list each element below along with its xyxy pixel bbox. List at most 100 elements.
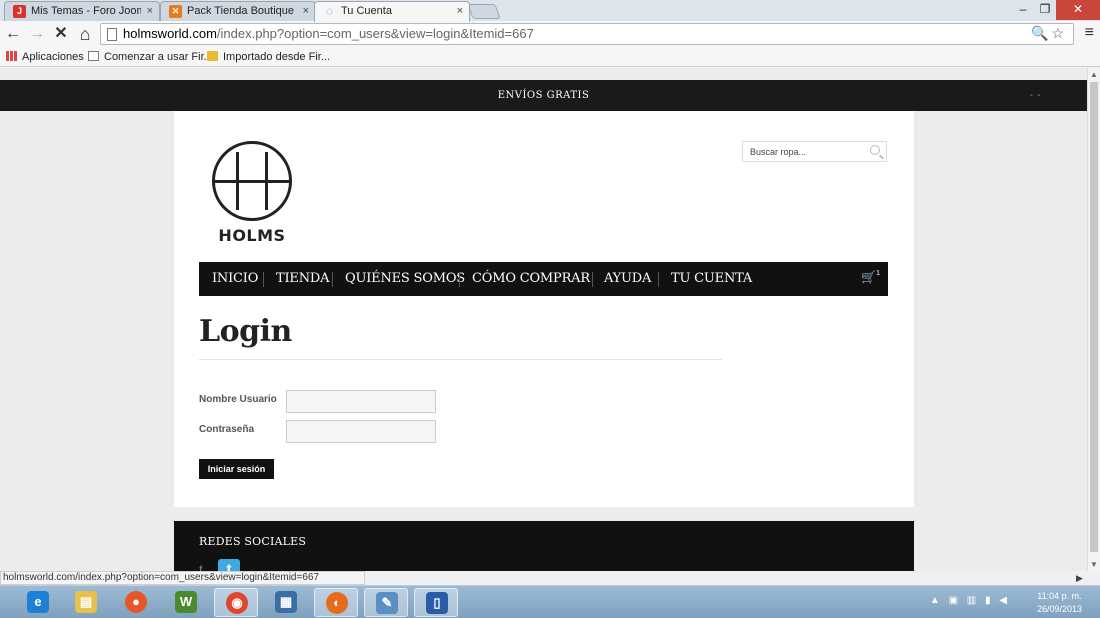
clock-date: 26/09/2013 xyxy=(1036,604,1082,614)
close-window-button[interactable]: ✕ xyxy=(1056,0,1100,20)
clock-time: 11:04 p. m. xyxy=(1037,591,1082,601)
stop-loading-icon[interactable]: ✕ xyxy=(52,24,70,44)
loading-spinner-icon: ◌ xyxy=(325,4,334,18)
main-content-card: HOLMS INICIO TIENDA QUIÉNES SOMOS CÓMO C… xyxy=(174,111,914,507)
search-box xyxy=(742,141,887,162)
browser-toolbar: ← → ✕ ⌂ holmsworld.com/index.php?option=… xyxy=(0,21,1100,47)
tab-close-icon[interactable]: × xyxy=(147,2,153,20)
forward-arrow-icon[interactable]: → xyxy=(28,24,46,44)
firefox-icon: ◐ xyxy=(326,592,348,614)
footer: REDES SOCIALES f t xyxy=(174,521,914,571)
taskbar-clock[interactable]: 11:04 p. m. 26/09/2013 xyxy=(1037,590,1082,616)
search-input[interactable] xyxy=(743,142,863,161)
logo-wordmark: HOLMS xyxy=(218,226,286,245)
taskbar-notepad[interactable]: ✎ xyxy=(364,588,408,617)
address-bar[interactable]: holmsworld.com/index.php?option=com_user… xyxy=(100,23,1074,45)
tab-title: Pack Tienda Boutique - A xyxy=(187,5,297,17)
taskbar-webmatrix[interactable]: W xyxy=(164,588,208,617)
tab-pack-tienda[interactable]: ✕ Pack Tienda Boutique - A × xyxy=(160,1,316,21)
shipping-banner-text: ENVÍOS GRATIS xyxy=(497,90,590,101)
login-button[interactable]: Iniciar sesión xyxy=(199,459,274,479)
nav-quienes-somos[interactable]: QUIÉNES SOMOS xyxy=(345,262,465,296)
tab-title: Mis Temas - Foro Joomla! xyxy=(31,5,141,17)
logo-emblem-icon xyxy=(212,141,292,221)
taskbar-firefox[interactable]: ◐ xyxy=(314,588,358,617)
facebook-icon[interactable]: f xyxy=(199,563,202,571)
cart-button[interactable]: 🛒1 xyxy=(861,270,880,284)
holms-logo[interactable]: HOLMS xyxy=(210,141,294,246)
search-and-bookmark-star-icon[interactable]: 🔍☆ xyxy=(1031,25,1067,42)
search-icon[interactable] xyxy=(870,145,880,155)
taskbar-internet-explorer[interactable]: e xyxy=(16,588,60,617)
page-title: Login xyxy=(199,314,292,349)
username-label: Nombre Usuario xyxy=(199,394,277,405)
new-tab-button[interactable] xyxy=(467,4,501,19)
twitter-icon[interactable]: t xyxy=(218,559,240,571)
taskbar-device-app[interactable]: ▯ xyxy=(414,588,458,617)
minimize-button[interactable]: – xyxy=(1012,0,1034,20)
vertical-scrollbar[interactable]: ▲ ▼ xyxy=(1087,68,1100,571)
nav-divider xyxy=(658,272,659,287)
taskbar-chrome[interactable]: ◉ xyxy=(214,588,258,617)
url-text: holmsworld.com/index.php?option=com_user… xyxy=(123,26,534,41)
back-arrow-icon[interactable]: ← xyxy=(4,24,22,44)
horizontal-scrollbar[interactable] xyxy=(365,573,1087,585)
page-icon xyxy=(88,51,99,61)
nav-tienda[interactable]: TIENDA xyxy=(276,262,329,296)
pack-favicon-icon: ✕ xyxy=(169,5,182,18)
system-tray-icons[interactable]: ▲ ▣ ▥ ▮ ◀ xyxy=(930,595,1010,606)
page-viewport: ENVÍOS GRATIS - - HOLMS INICIO TIENDA QU… xyxy=(0,68,1087,571)
apps-icon xyxy=(6,51,17,61)
scrollbar-thumb[interactable] xyxy=(1090,82,1098,552)
tab-close-icon[interactable]: × xyxy=(457,2,463,20)
password-label: Contraseña xyxy=(199,424,255,435)
chrome-icon: ◉ xyxy=(226,592,248,614)
notepad-icon: ✎ xyxy=(376,592,398,614)
scroll-down-arrow-icon[interactable]: ▼ xyxy=(1090,560,1098,569)
page-icon xyxy=(107,28,117,41)
nav-divider xyxy=(592,272,593,287)
username-field[interactable] xyxy=(286,390,436,413)
cart-count-badge: 1 xyxy=(876,270,880,277)
social-heading: REDES SOCIALES xyxy=(199,535,307,548)
tab-title: Tu Cuenta xyxy=(341,5,392,17)
nav-divider xyxy=(459,272,460,287)
home-icon[interactable]: ⌂ xyxy=(76,24,94,44)
scroll-up-arrow-icon[interactable]: ▲ xyxy=(1090,70,1098,79)
bookmark-importado-firefox[interactable]: Importado desde Fir... xyxy=(207,50,330,64)
webmatrix-icon: W xyxy=(175,591,197,613)
nav-divider xyxy=(263,272,264,287)
device-app-icon: ▯ xyxy=(426,592,448,614)
nav-como-comprar[interactable]: CÓMO COMPRAR xyxy=(472,262,590,296)
nav-ayuda[interactable]: AYUDA xyxy=(604,262,651,296)
taskbar-app[interactable]: ● xyxy=(114,588,158,617)
browser-tab-strip: J Mis Temas - Foro Joomla! × ✕ Pack Tien… xyxy=(0,0,1100,22)
nav-inicio[interactable]: INICIO xyxy=(212,262,258,296)
folder-icon: ▤ xyxy=(75,591,97,613)
title-divider xyxy=(199,359,722,360)
internet-explorer-icon: e xyxy=(27,591,49,613)
bookmark-comenzar-firefox[interactable]: Comenzar a usar Fir... xyxy=(88,50,213,64)
scroll-right-arrow-icon[interactable]: ▶ xyxy=(1076,573,1083,584)
password-field[interactable] xyxy=(286,420,436,443)
joomla-favicon-icon: J xyxy=(13,5,26,18)
taskbar-network-app[interactable]: ▦ xyxy=(264,588,308,617)
nav-tu-cuenta[interactable]: TU CUENTA xyxy=(671,262,752,296)
restore-button[interactable]: ❐ xyxy=(1034,0,1056,20)
tab-foro-joomla[interactable]: J Mis Temas - Foro Joomla! × xyxy=(4,1,160,21)
status-bar-url: holmsworld.com/index.php?option=com_user… xyxy=(0,571,365,585)
chrome-menu-icon[interactable]: ≡ xyxy=(1085,24,1094,42)
network-app-icon: ▦ xyxy=(275,591,297,613)
cart-icon: 🛒 xyxy=(861,270,877,284)
windows-taskbar: e ▤ ● W ◉ ▦ ◐ ✎ ▯ ▲ ▣ ▥ ▮ ◀ 11:04 p. m. … xyxy=(0,585,1100,618)
main-navigation: INICIO TIENDA QUIÉNES SOMOS CÓMO COMPRAR… xyxy=(199,262,888,296)
bookmarks-bar: Aplicaciones Comenzar a usar Fir... Impo… xyxy=(0,47,1100,67)
nav-divider xyxy=(332,272,333,287)
taskbar-file-explorer[interactable]: ▤ xyxy=(64,588,108,617)
banner-right-widget[interactable]: - - xyxy=(1030,80,1041,111)
tab-tu-cuenta[interactable]: ◌ Tu Cuenta × xyxy=(314,1,470,22)
bookmark-apps[interactable]: Aplicaciones xyxy=(6,50,84,64)
shipping-banner: ENVÍOS GRATIS - - xyxy=(0,80,1087,111)
tab-close-icon[interactable]: × xyxy=(303,2,309,20)
orange-app-icon: ● xyxy=(125,591,147,613)
